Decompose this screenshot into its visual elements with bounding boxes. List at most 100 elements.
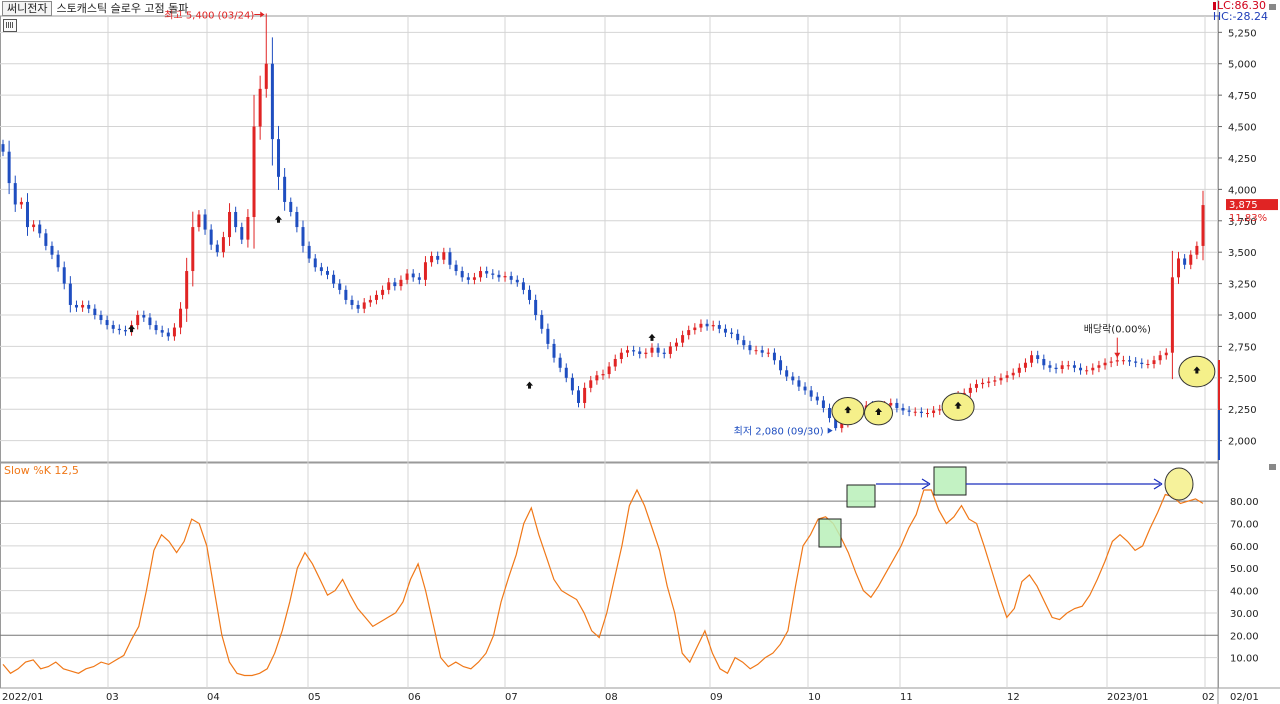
candle-body — [632, 350, 636, 352]
candle — [430, 251, 434, 267]
candle — [87, 300, 91, 314]
candle-body — [197, 214, 201, 228]
candle-body — [234, 211, 238, 228]
candle — [1140, 358, 1144, 369]
y-tick-label: 4,500 — [1228, 123, 1257, 134]
candle — [534, 294, 538, 321]
candle-body — [742, 340, 746, 346]
candle — [74, 300, 78, 312]
candle-body — [723, 328, 727, 333]
candle-body — [117, 328, 121, 331]
candle — [44, 228, 48, 251]
candle-body — [1109, 361, 1113, 363]
candle-body — [1017, 367, 1021, 373]
panel-collapse-icon[interactable] — [1269, 464, 1276, 470]
candle-body — [38, 224, 42, 234]
y-tick-label: 5,250 — [1228, 28, 1257, 39]
y-tick-label: 3,500 — [1228, 248, 1257, 259]
candle-body — [87, 304, 91, 309]
candle — [448, 247, 452, 270]
candle — [246, 209, 250, 248]
candle — [1066, 360, 1070, 370]
candle-body — [436, 255, 440, 260]
stock-name[interactable]: 써니전자 — [2, 0, 53, 16]
candle-body — [681, 335, 685, 343]
candle-body — [534, 299, 538, 316]
candle — [264, 13, 268, 98]
candle — [558, 353, 562, 373]
candle — [1189, 250, 1193, 270]
study-title: 스토캐스틱 슬로우 고점 돌파 — [56, 2, 189, 15]
candle-body — [215, 244, 219, 253]
candle-body — [705, 323, 709, 327]
candle-body — [148, 317, 152, 326]
candle — [19, 197, 23, 209]
candle-body — [699, 323, 703, 328]
candle — [766, 348, 770, 358]
candle — [252, 94, 256, 249]
candle-body — [44, 233, 48, 246]
candle-body — [546, 328, 550, 344]
candle-body — [362, 302, 366, 309]
candle-body — [601, 374, 605, 376]
stoch-tick-label: 30.00 — [1230, 609, 1259, 620]
candle-body — [13, 183, 17, 205]
candle-body — [625, 350, 629, 353]
candle — [258, 75, 262, 140]
candle-body — [209, 229, 213, 245]
candle — [613, 354, 617, 371]
candle-body — [987, 381, 991, 383]
candle — [1170, 250, 1174, 380]
candle-body — [570, 377, 574, 391]
candle — [1134, 357, 1138, 368]
candle-body — [772, 352, 776, 361]
candle-body — [160, 330, 164, 333]
y-tick-label: 4,000 — [1228, 185, 1257, 196]
candle — [828, 403, 832, 423]
candle — [736, 329, 740, 345]
candle-body — [968, 387, 972, 393]
candle-body — [736, 333, 740, 341]
candle-body — [1195, 245, 1199, 255]
candle-body — [1054, 367, 1058, 370]
candle — [595, 370, 599, 385]
candle-body — [821, 400, 825, 408]
candle — [332, 270, 336, 288]
candle-body — [644, 352, 648, 354]
x-tick-label: 02 — [1202, 692, 1215, 703]
table-view-icon[interactable] — [3, 19, 17, 32]
stoch-signal-box — [818, 518, 842, 548]
scroll-up-icon[interactable] — [1269, 4, 1276, 10]
candle-body — [595, 375, 599, 381]
buy-signal-arrow — [128, 325, 136, 333]
candle — [454, 260, 458, 276]
candle-body — [368, 299, 372, 303]
candle-body — [7, 151, 11, 184]
candle — [209, 224, 213, 250]
candle — [160, 325, 164, 337]
candle — [687, 325, 691, 340]
candle-body — [203, 214, 207, 230]
candle-body — [166, 332, 170, 337]
candle-body — [1183, 258, 1187, 265]
candle — [1030, 350, 1034, 368]
candle-body — [925, 413, 929, 415]
candle — [552, 339, 556, 363]
candle — [589, 375, 593, 393]
candle-body — [1048, 365, 1052, 368]
candle — [907, 406, 911, 417]
x-tick-label: 02/01 — [1230, 692, 1259, 703]
candle-body — [430, 255, 434, 263]
x-tick-label: 09 — [710, 692, 723, 703]
candle — [564, 363, 568, 383]
candle-body — [1060, 365, 1064, 370]
candle-body — [1097, 365, 1101, 368]
candle-body — [19, 201, 23, 205]
candle — [772, 348, 776, 365]
candle-body — [1164, 352, 1168, 356]
candle-body — [252, 126, 256, 218]
dividend-arrow-head — [1114, 352, 1121, 358]
candle-body — [423, 262, 427, 280]
y-tick-label: 3,250 — [1228, 280, 1257, 291]
candle-body — [1177, 258, 1181, 278]
